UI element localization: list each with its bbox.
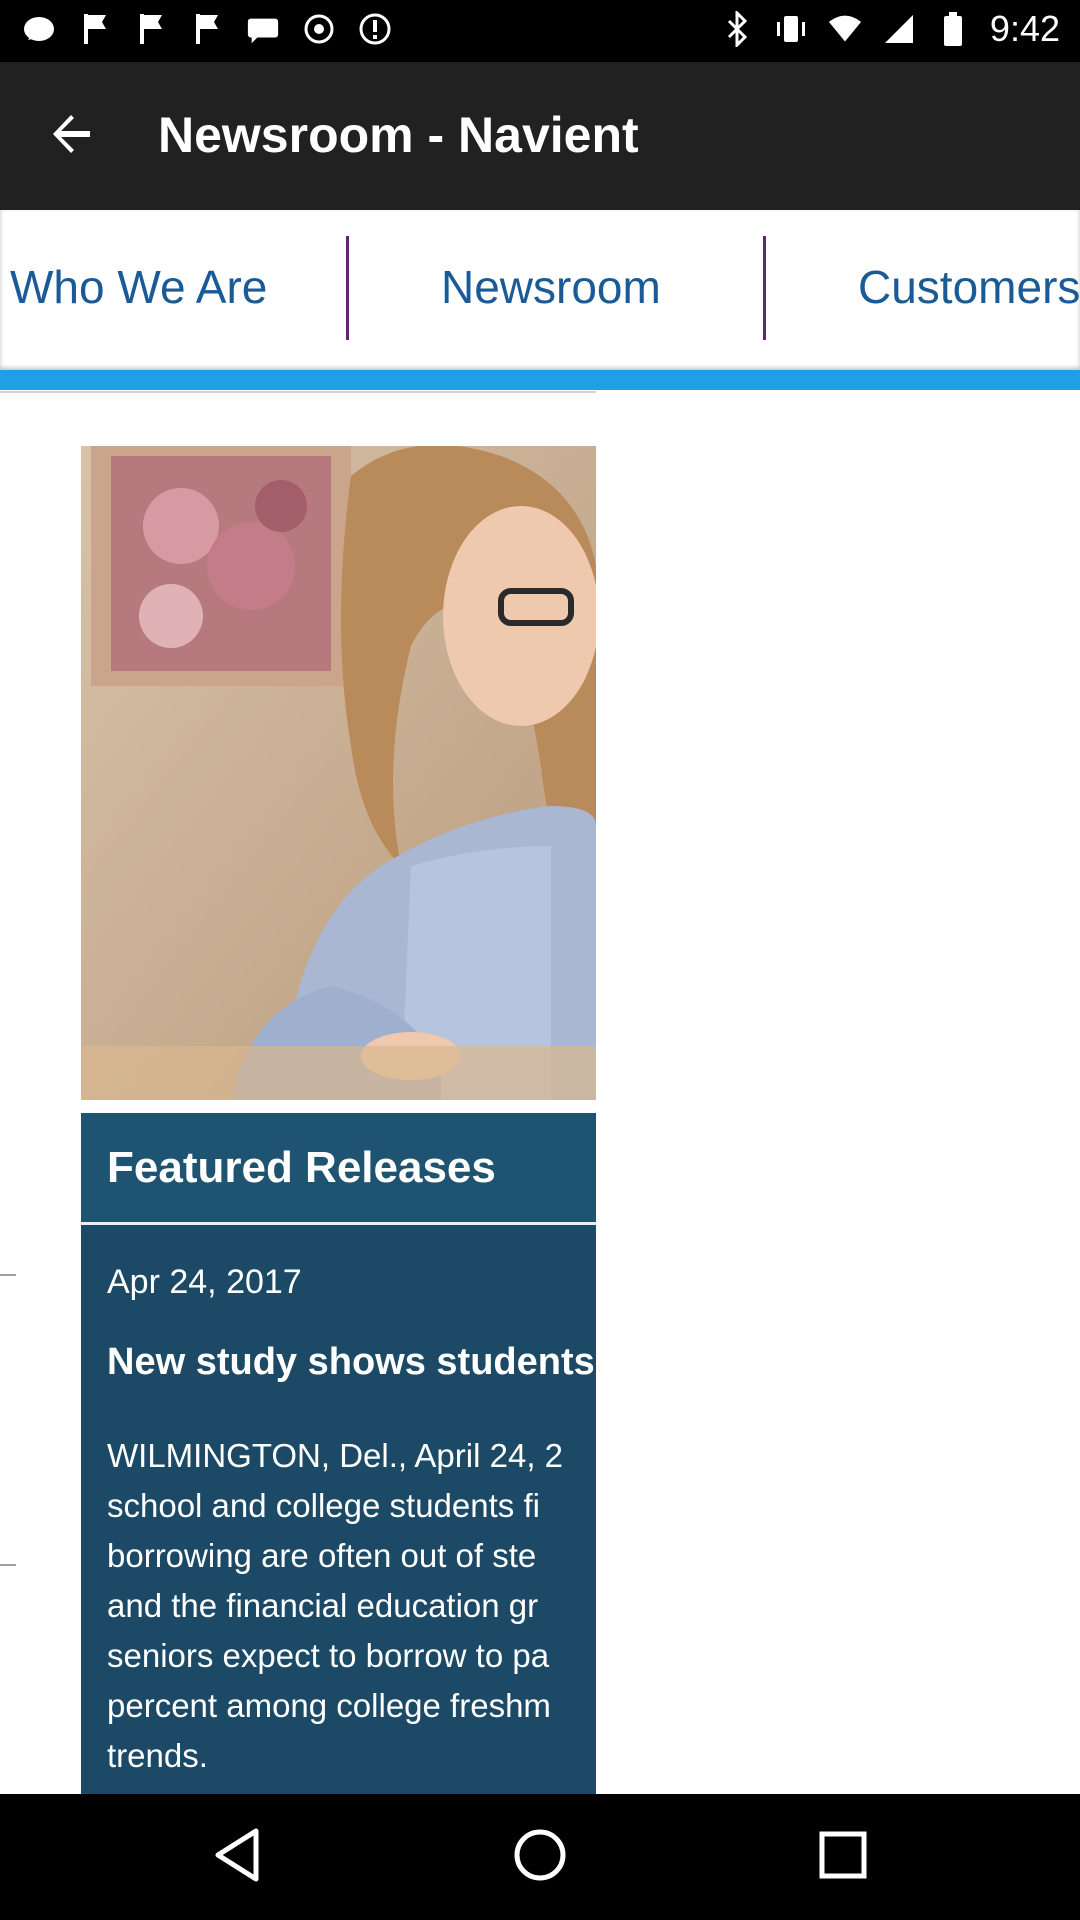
nav-recents-icon <box>818 1830 868 1885</box>
summary-line: borrowing are often out of ste <box>107 1537 537 1574</box>
page-title: Newsroom - Navient <box>158 107 639 163</box>
flag-icon <box>78 12 112 46</box>
nav-tab-newsroom[interactable]: Newsroom <box>441 260 661 314</box>
featured-releases-card[interactable]: Featured Releases Apr 24, 2017 New study… <box>81 1113 596 1794</box>
flag-icon <box>134 12 168 46</box>
whatsapp-icon <box>22 12 56 46</box>
clock: 9:42 <box>989 8 1060 49</box>
nav-accent-bar <box>0 370 1080 390</box>
bluetooth-icon <box>720 11 754 47</box>
divider <box>0 1564 16 1566</box>
web-content[interactable]: Who We Are Newsroom Customers Featured R… <box>0 210 1080 1794</box>
nav-home-icon <box>512 1827 568 1888</box>
summary-line: WILMINGTON, Del., April 24, 2 <box>107 1437 564 1474</box>
flag-icon <box>190 12 224 46</box>
divider <box>0 1274 16 1276</box>
featured-releases-heading: Featured Releases <box>107 1143 496 1192</box>
app-bar: Newsroom - Navient <box>0 62 1080 210</box>
nav-recents-button[interactable] <box>808 1822 878 1892</box>
system-nav-bar <box>0 1794 1080 1920</box>
wifi-icon <box>828 12 862 46</box>
summary-line: trends. <box>107 1737 208 1774</box>
sms-icon <box>246 12 280 46</box>
system-icons: 9:42 <box>720 8 1060 50</box>
release-date: Apr 24, 2017 <box>107 1263 302 1301</box>
card-header: Featured Releases <box>81 1113 596 1225</box>
summary-line: school and college students fi <box>107 1487 540 1524</box>
summary-line: percent among college freshm <box>107 1687 551 1724</box>
hero-image[interactable] <box>81 446 596 1100</box>
nav-tab-who-we-are[interactable]: Who We Are <box>10 260 267 314</box>
signal-icon <box>882 12 916 46</box>
notification-icon <box>302 12 336 46</box>
battery-icon <box>936 12 970 46</box>
summary-line: and the financial education gr <box>107 1587 539 1624</box>
status-bar: 9:42 <box>0 0 1080 62</box>
nav-divider <box>346 236 349 340</box>
nav-home-button[interactable] <box>505 1822 575 1892</box>
nav-back-button[interactable] <box>202 1822 272 1892</box>
alert-icon <box>358 12 392 46</box>
divider <box>0 391 596 393</box>
nav-back-icon <box>212 1827 262 1888</box>
vibrate-icon <box>774 12 808 46</box>
arrow-back-icon <box>50 112 94 161</box>
back-button[interactable] <box>34 98 110 174</box>
summary-line: seniors expect to borrow to pa <box>107 1637 550 1674</box>
release-headline[interactable]: New study shows students <box>107 1341 595 1384</box>
release-summary: WILMINGTON, Del., April 24, 2 school and… <box>107 1431 596 1781</box>
notification-icons <box>22 12 392 46</box>
nav-divider <box>763 236 766 340</box>
site-nav: Who We Are Newsroom Customers <box>0 210 1080 370</box>
nav-tab-customers[interactable]: Customers <box>858 260 1080 314</box>
